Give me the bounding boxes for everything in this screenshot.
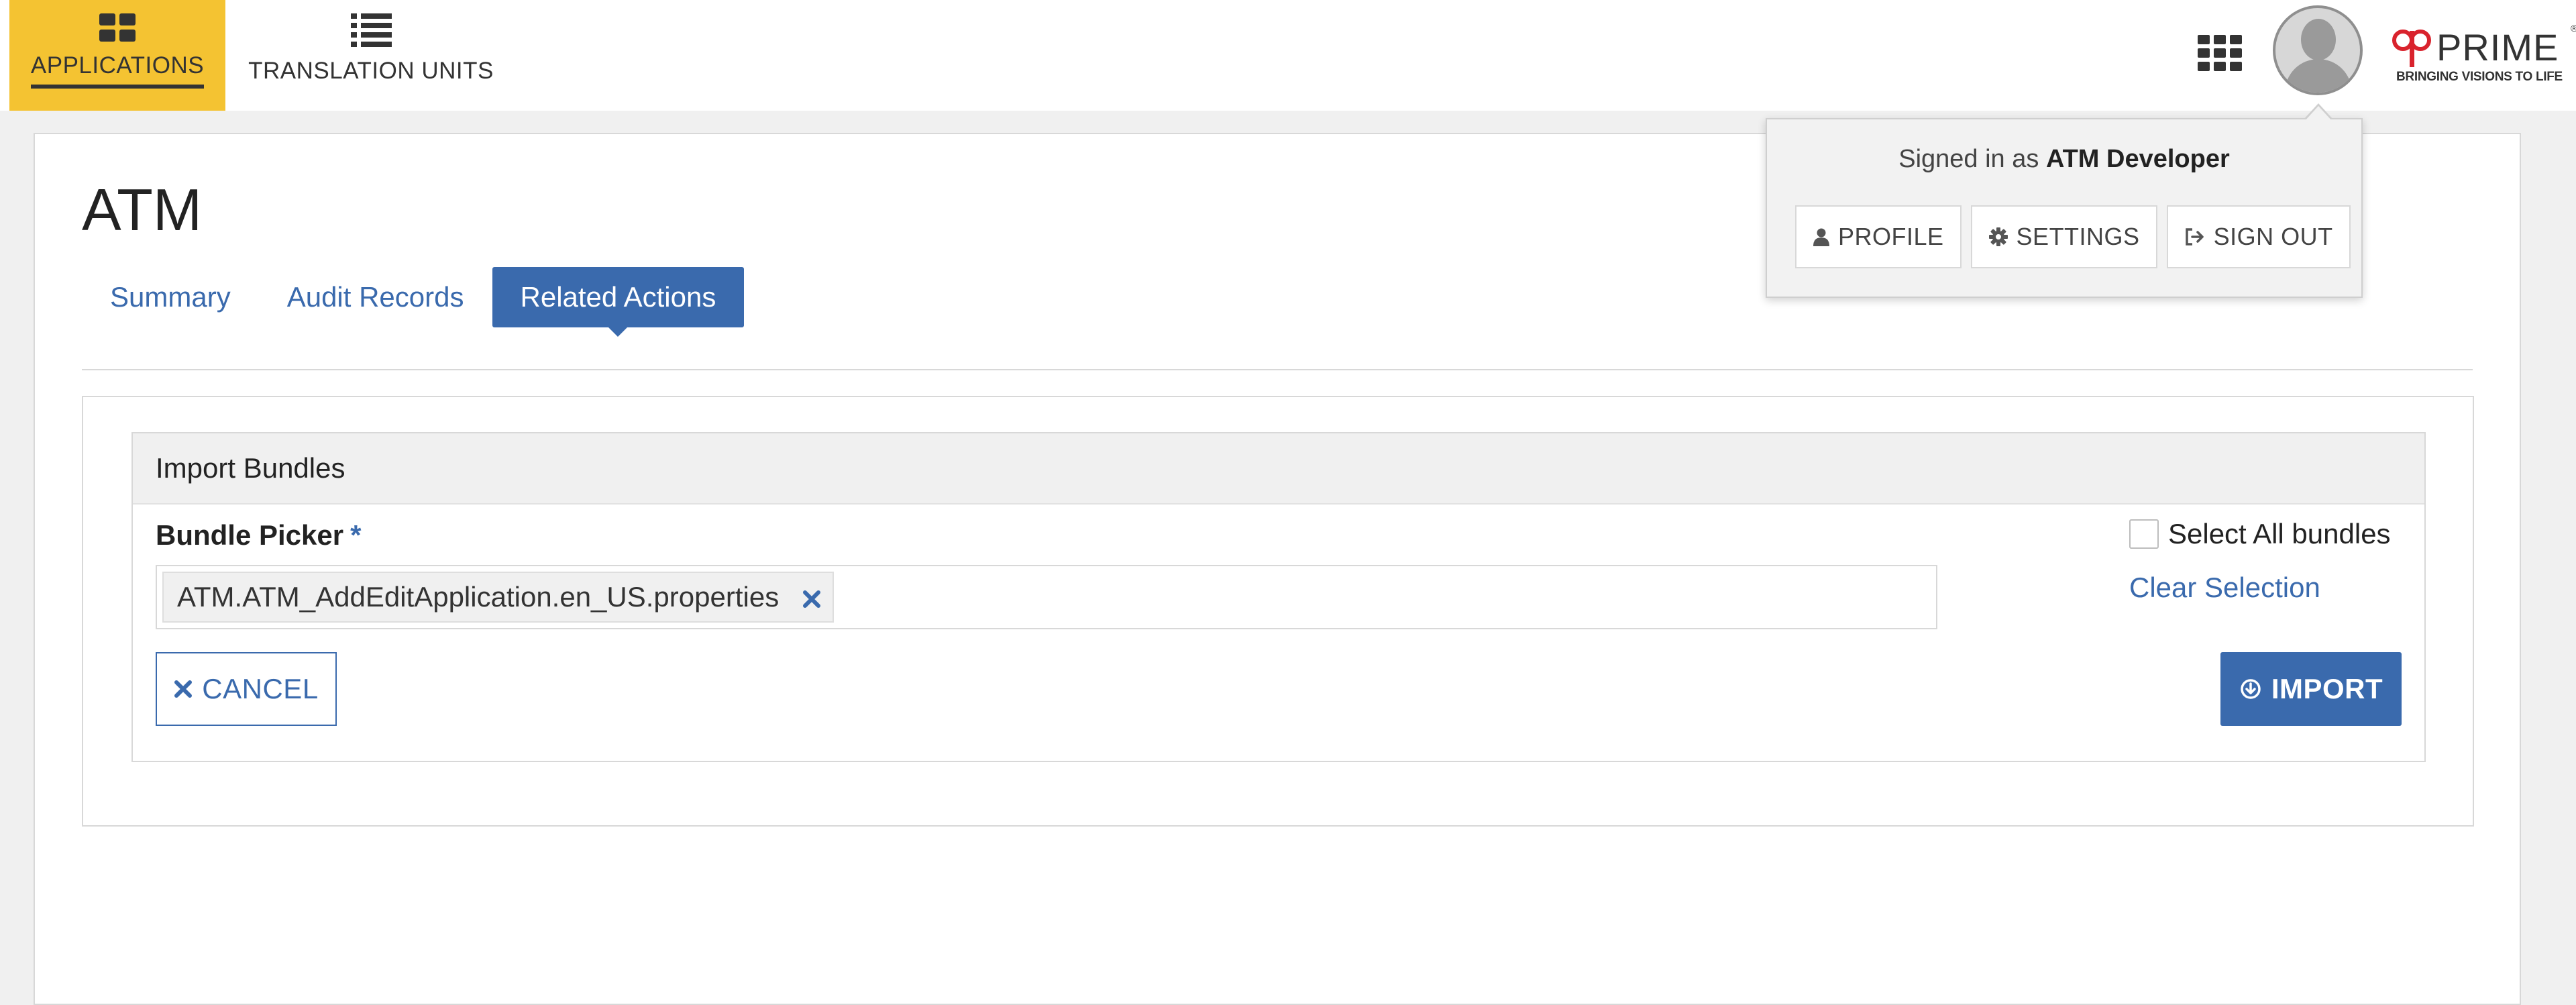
related-actions-section: Import Bundles Bundle Picker * ATM.ATM_Ad… xyxy=(82,396,2474,827)
gear-icon xyxy=(1988,227,2008,246)
nav-tab-applications[interactable]: APPLICATIONS xyxy=(9,0,225,111)
tab-related-actions[interactable]: Related Actions xyxy=(492,267,745,337)
import-bundles-panel: Import Bundles Bundle Picker * ATM.ATM_Ad… xyxy=(131,432,2426,762)
nav-tab-translation-units-label: TRANSLATION UNITS xyxy=(248,58,494,84)
import-button[interactable]: IMPORT xyxy=(2220,652,2402,726)
translation-units-icon xyxy=(350,13,392,47)
select-all-bundles: Select All bundles xyxy=(2129,518,2391,550)
profile-button[interactable]: PROFILE xyxy=(1795,205,1962,268)
nav-tab-applications-label: APPLICATIONS xyxy=(30,52,205,78)
signed-in-text: Signed in as ATM Developer xyxy=(1767,145,2361,174)
user-icon xyxy=(1813,228,1829,246)
sign-out-button-label: SIGN OUT xyxy=(2213,223,2333,250)
dropdown-caret xyxy=(2305,106,2332,121)
top-navbar: APPLICATIONS TRANSLATION UNITS PRIME ® B… xyxy=(0,0,2576,111)
selected-bundle-text: ATM.ATM_AddEditApplication.en_US.propert… xyxy=(177,581,780,613)
tabs-divider xyxy=(82,369,2473,370)
select-all-checkbox[interactable] xyxy=(2129,519,2159,549)
applications-icon xyxy=(99,13,136,42)
cancel-button[interactable]: CANCEL xyxy=(156,652,337,726)
sign-out-icon xyxy=(2185,228,2204,246)
sign-out-button[interactable]: SIGN OUT xyxy=(2166,205,2351,268)
required-marker: * xyxy=(350,519,362,551)
import-icon xyxy=(2241,679,2261,699)
brand-logo: PRIME ® BRINGING VISIONS TO LIFE xyxy=(2388,23,2576,91)
settings-button[interactable]: SETTINGS xyxy=(1970,205,2157,268)
prime-logo-icon xyxy=(2392,30,2431,67)
clear-selection-link[interactable]: Clear Selection xyxy=(2129,572,2320,604)
tab-summary[interactable]: Summary xyxy=(82,267,259,327)
cancel-button-label: CANCEL xyxy=(202,673,319,704)
remove-chip-icon[interactable] xyxy=(802,589,822,609)
tab-audit-records[interactable]: Audit Records xyxy=(259,267,492,327)
active-tab-caret xyxy=(608,327,628,337)
tab-related-actions-label: Related Actions xyxy=(520,281,716,313)
bundle-picker-input[interactable]: ATM.ATM_AddEditApplication.en_US.propert… xyxy=(156,565,1937,629)
user-menu-dropdown: Signed in as ATM Developer PROFILE SETTI… xyxy=(1766,103,2363,298)
active-tab-underline xyxy=(31,85,204,89)
panel-heading: Import Bundles xyxy=(133,433,2424,505)
nav-tab-translation-units[interactable]: TRANSLATION UNITS xyxy=(225,0,517,111)
avatar[interactable] xyxy=(2273,5,2363,95)
bundle-picker-label-text: Bundle Picker xyxy=(156,519,344,551)
logo-tagline: BRINGING VISIONS TO LIFE xyxy=(2396,70,2563,84)
profile-button-label: PROFILE xyxy=(1838,223,1944,250)
selected-bundle-chip: ATM.ATM_AddEditApplication.en_US.propert… xyxy=(162,572,835,623)
logo-registered-mark: ® xyxy=(2571,23,2576,34)
close-icon xyxy=(174,680,193,698)
page-title: ATM xyxy=(82,176,203,243)
settings-button-label: SETTINGS xyxy=(2016,223,2140,250)
apps-grid-icon[interactable] xyxy=(2198,35,2242,71)
logo-brand-text: PRIME xyxy=(2436,26,2559,68)
select-all-label[interactable]: Select All bundles xyxy=(2168,518,2391,550)
page-tabs: Summary Audit Records Related Actions xyxy=(82,267,745,337)
signed-in-user-name: ATM Developer xyxy=(2045,145,2230,173)
import-button-label: IMPORT xyxy=(2271,673,2383,704)
signed-in-prefix: Signed in as xyxy=(1898,145,2039,173)
bundle-picker-label: Bundle Picker * xyxy=(156,519,361,551)
user-menu-buttons: PROFILE SETTINGS SIGN OUT xyxy=(1795,205,2351,268)
